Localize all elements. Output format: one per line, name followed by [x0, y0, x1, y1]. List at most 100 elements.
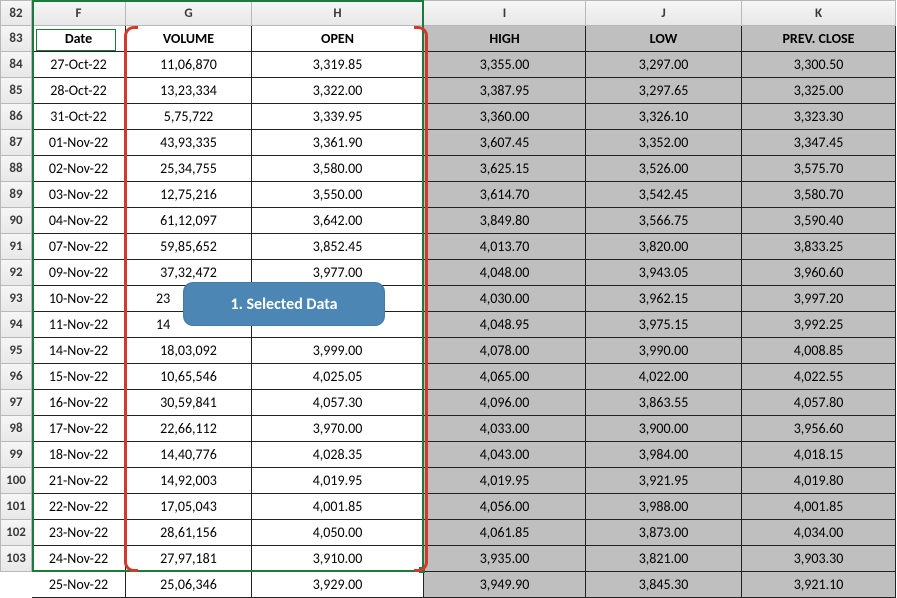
cell[interactable]: 4,019.80	[742, 468, 896, 494]
cell[interactable]: 3,339.95	[252, 104, 424, 130]
cell[interactable]: 4,030.00	[424, 286, 586, 312]
row-header[interactable]: 85	[0, 78, 32, 104]
cell[interactable]: 4,056.00	[424, 494, 586, 520]
cell[interactable]: 4,008.85	[742, 338, 896, 364]
cell[interactable]: 3,975.15	[586, 312, 742, 338]
row-header[interactable]: 97	[0, 390, 32, 416]
col-header-G[interactable]: G	[126, 0, 252, 26]
cell[interactable]: 4,033.00	[424, 416, 586, 442]
cell[interactable]: 11,06,870	[126, 52, 252, 78]
spreadsheet-grid[interactable]: 82 83 84 85 86 87 88 89 90 91 92 93 94 9…	[0, 0, 897, 598]
cell[interactable]: 3,325.00	[742, 78, 896, 104]
row-header[interactable]: 101	[0, 494, 32, 520]
cell[interactable]: 3,550.00	[252, 182, 424, 208]
cell[interactable]: 17,05,043	[126, 494, 252, 520]
cell[interactable]: 18,03,092	[126, 338, 252, 364]
cell[interactable]: 3,319.85	[252, 52, 424, 78]
row-header[interactable]: 99	[0, 442, 32, 468]
cell[interactable]: 5,75,722	[126, 104, 252, 130]
row-header[interactable]: 96	[0, 364, 32, 390]
col-header-H[interactable]: H	[252, 0, 424, 26]
row-header[interactable]: 98	[0, 416, 32, 442]
header-prev-close[interactable]: PREV. CLOSE	[742, 26, 896, 52]
cell[interactable]: 14-Nov-22	[32, 338, 126, 364]
cell[interactable]: 24-Nov-22	[32, 546, 126, 572]
cell[interactable]: 14,92,003	[126, 468, 252, 494]
cell[interactable]: 3,997.20	[742, 286, 896, 312]
row-header[interactable]: 88	[0, 156, 32, 182]
cell[interactable]: 3,614.70	[424, 182, 586, 208]
row-header[interactable]: 92	[0, 260, 32, 286]
cell[interactable]: 4,028.35	[252, 442, 424, 468]
cell[interactable]: 30,59,841	[126, 390, 252, 416]
row-header[interactable]: 91	[0, 234, 32, 260]
cell[interactable]: 28-Oct-22	[32, 78, 126, 104]
cell[interactable]: 17-Nov-22	[32, 416, 126, 442]
cell[interactable]: 3,821.00	[586, 546, 742, 572]
row-header[interactable]: 94	[0, 312, 32, 338]
cell[interactable]: 31-Oct-22	[32, 104, 126, 130]
cell[interactable]: 61,12,097	[126, 208, 252, 234]
cell[interactable]: 4,043.00	[424, 442, 586, 468]
row-header[interactable]: 90	[0, 208, 32, 234]
cell[interactable]: 4,001.85	[252, 494, 424, 520]
row-header[interactable]: 100	[0, 468, 32, 494]
cell[interactable]: 3,900.00	[586, 416, 742, 442]
cell[interactable]: 3,642.00	[252, 208, 424, 234]
cell[interactable]: 3,999.00	[252, 338, 424, 364]
cell[interactable]: 3,988.00	[586, 494, 742, 520]
cell[interactable]: 28,61,156	[126, 520, 252, 546]
cell[interactable]: 3,360.00	[424, 104, 586, 130]
cell[interactable]: 10-Nov-22	[32, 286, 126, 312]
header-volume[interactable]: VOLUME	[126, 26, 252, 52]
cell[interactable]: 3,943.05	[586, 260, 742, 286]
row-header[interactable]: 82	[0, 0, 32, 26]
cell[interactable]: 25,06,346	[126, 572, 252, 598]
cell[interactable]: 4,048.00	[424, 260, 586, 286]
row-header[interactable]: 89	[0, 182, 32, 208]
cell[interactable]: 4,057.80	[742, 390, 896, 416]
cell[interactable]: 3,625.15	[424, 156, 586, 182]
cell[interactable]: 3,387.95	[424, 78, 586, 104]
cell[interactable]: 3,921.10	[742, 572, 896, 598]
cell[interactable]: 3,566.75	[586, 208, 742, 234]
cell[interactable]: 11-Nov-22	[32, 312, 126, 338]
cell[interactable]: 3,833.25	[742, 234, 896, 260]
cell[interactable]: 3,992.25	[742, 312, 896, 338]
cell[interactable]: 4,019.95	[424, 468, 586, 494]
cell[interactable]: 3,849.80	[424, 208, 586, 234]
cell[interactable]: 07-Nov-22	[32, 234, 126, 260]
row-header[interactable]: 84	[0, 52, 32, 78]
header-high[interactable]: HIGH	[424, 26, 586, 52]
row-header[interactable]: 102	[0, 520, 32, 546]
cell[interactable]: 3,949.90	[424, 572, 586, 598]
cell[interactable]: 3,962.15	[586, 286, 742, 312]
cell[interactable]: 3,990.00	[586, 338, 742, 364]
cell[interactable]: 3,935.00	[424, 546, 586, 572]
cell[interactable]: 4,022.55	[742, 364, 896, 390]
row-header[interactable]: 87	[0, 130, 32, 156]
cell[interactable]: 14,40,776	[126, 442, 252, 468]
col-header-I[interactable]: I	[424, 0, 586, 26]
cell[interactable]: 3,542.45	[586, 182, 742, 208]
cell[interactable]: 3,863.55	[586, 390, 742, 416]
row-header[interactable]: 93	[0, 286, 32, 312]
cell[interactable]: 4,013.70	[424, 234, 586, 260]
cell[interactable]: 3,929.00	[252, 572, 424, 598]
cell[interactable]: 3,347.45	[742, 130, 896, 156]
cell[interactable]: 4,034.00	[742, 520, 896, 546]
cell[interactable]: 3,352.00	[586, 130, 742, 156]
cell[interactable]: 3,526.00	[586, 156, 742, 182]
cell[interactable]: 3,361.90	[252, 130, 424, 156]
cell[interactable]: 3,970.00	[252, 416, 424, 442]
cell[interactable]: 15-Nov-22	[32, 364, 126, 390]
cell[interactable]: 3,590.40	[742, 208, 896, 234]
cell[interactable]: 18-Nov-22	[32, 442, 126, 468]
cell[interactable]: 01-Nov-22	[32, 130, 126, 156]
cell[interactable]: 3,580.00	[252, 156, 424, 182]
cell[interactable]: 27,97,181	[126, 546, 252, 572]
cell[interactable]: 3,910.00	[252, 546, 424, 572]
cell[interactable]: 03-Nov-22	[32, 182, 126, 208]
cell[interactable]: 3,607.45	[424, 130, 586, 156]
row-header[interactable]: 103	[0, 546, 32, 572]
